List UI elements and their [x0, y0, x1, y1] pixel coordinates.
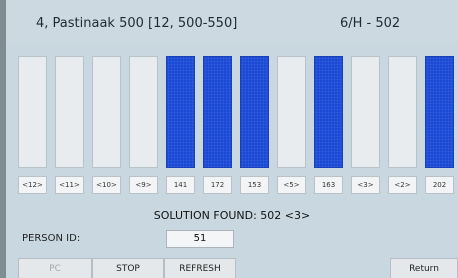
product-title: 4, Pastinaak 500 [12, 500-550] [36, 16, 238, 31]
weigh-bin-label: <12> [18, 176, 47, 194]
weigh-bin-8[interactable] [277, 56, 306, 168]
weigh-bin-label: <3> [351, 176, 380, 194]
refresh-button[interactable]: REFRESH [164, 258, 236, 278]
weigh-bin-6[interactable] [203, 56, 232, 168]
weigh-bin-label: <11> [55, 176, 84, 194]
weigh-bin-label: 141 [166, 176, 195, 194]
person-id-label: PERSON ID: [22, 233, 81, 244]
weigh-bin-label: <10> [92, 176, 121, 194]
header-bar: 4, Pastinaak 500 [12, 500-550] 6/H - 502 [6, 0, 458, 44]
weigh-bin-label: 172 [203, 176, 232, 194]
weigh-bin-3[interactable] [92, 56, 121, 168]
solution-status: SOLUTION FOUND: 502 <3> [153, 209, 311, 222]
weigh-bins [18, 56, 458, 176]
stop-button[interactable]: STOP [92, 258, 164, 278]
weigh-bin-10[interactable] [351, 56, 380, 168]
weigh-bin-5[interactable] [166, 56, 195, 168]
weigh-bin-label: 153 [240, 176, 269, 194]
batch-indicator: 6/H - 502 [340, 16, 401, 31]
weigh-bin-12[interactable] [425, 56, 454, 168]
weigh-bin-label: <9> [129, 176, 158, 194]
person-id-field[interactable]: 51 [166, 230, 234, 248]
weigh-bin-11[interactable] [388, 56, 417, 168]
weigh-bin-2[interactable] [55, 56, 84, 168]
weigh-bin-label: <5> [277, 176, 306, 194]
weigh-bin-7[interactable] [240, 56, 269, 168]
weigh-bin-label: 163 [314, 176, 343, 194]
weigh-bin-labels: <12> <11> <10> <9> 141 172 153 <5> 163 <3> <2> 202 [18, 176, 458, 196]
weigh-bin-label: 202 [425, 176, 454, 194]
weigh-bin-label: <2> [388, 176, 417, 194]
weighing-screen: 4, Pastinaak 500 [12, 500-550] 6/H - 502… [6, 0, 458, 278]
weigh-bin-1[interactable] [18, 56, 47, 168]
weigh-bin-4[interactable] [129, 56, 158, 168]
pc-button[interactable]: PC [18, 258, 92, 278]
weigh-bin-9[interactable] [314, 56, 343, 168]
return-button[interactable]: Return [390, 258, 458, 278]
